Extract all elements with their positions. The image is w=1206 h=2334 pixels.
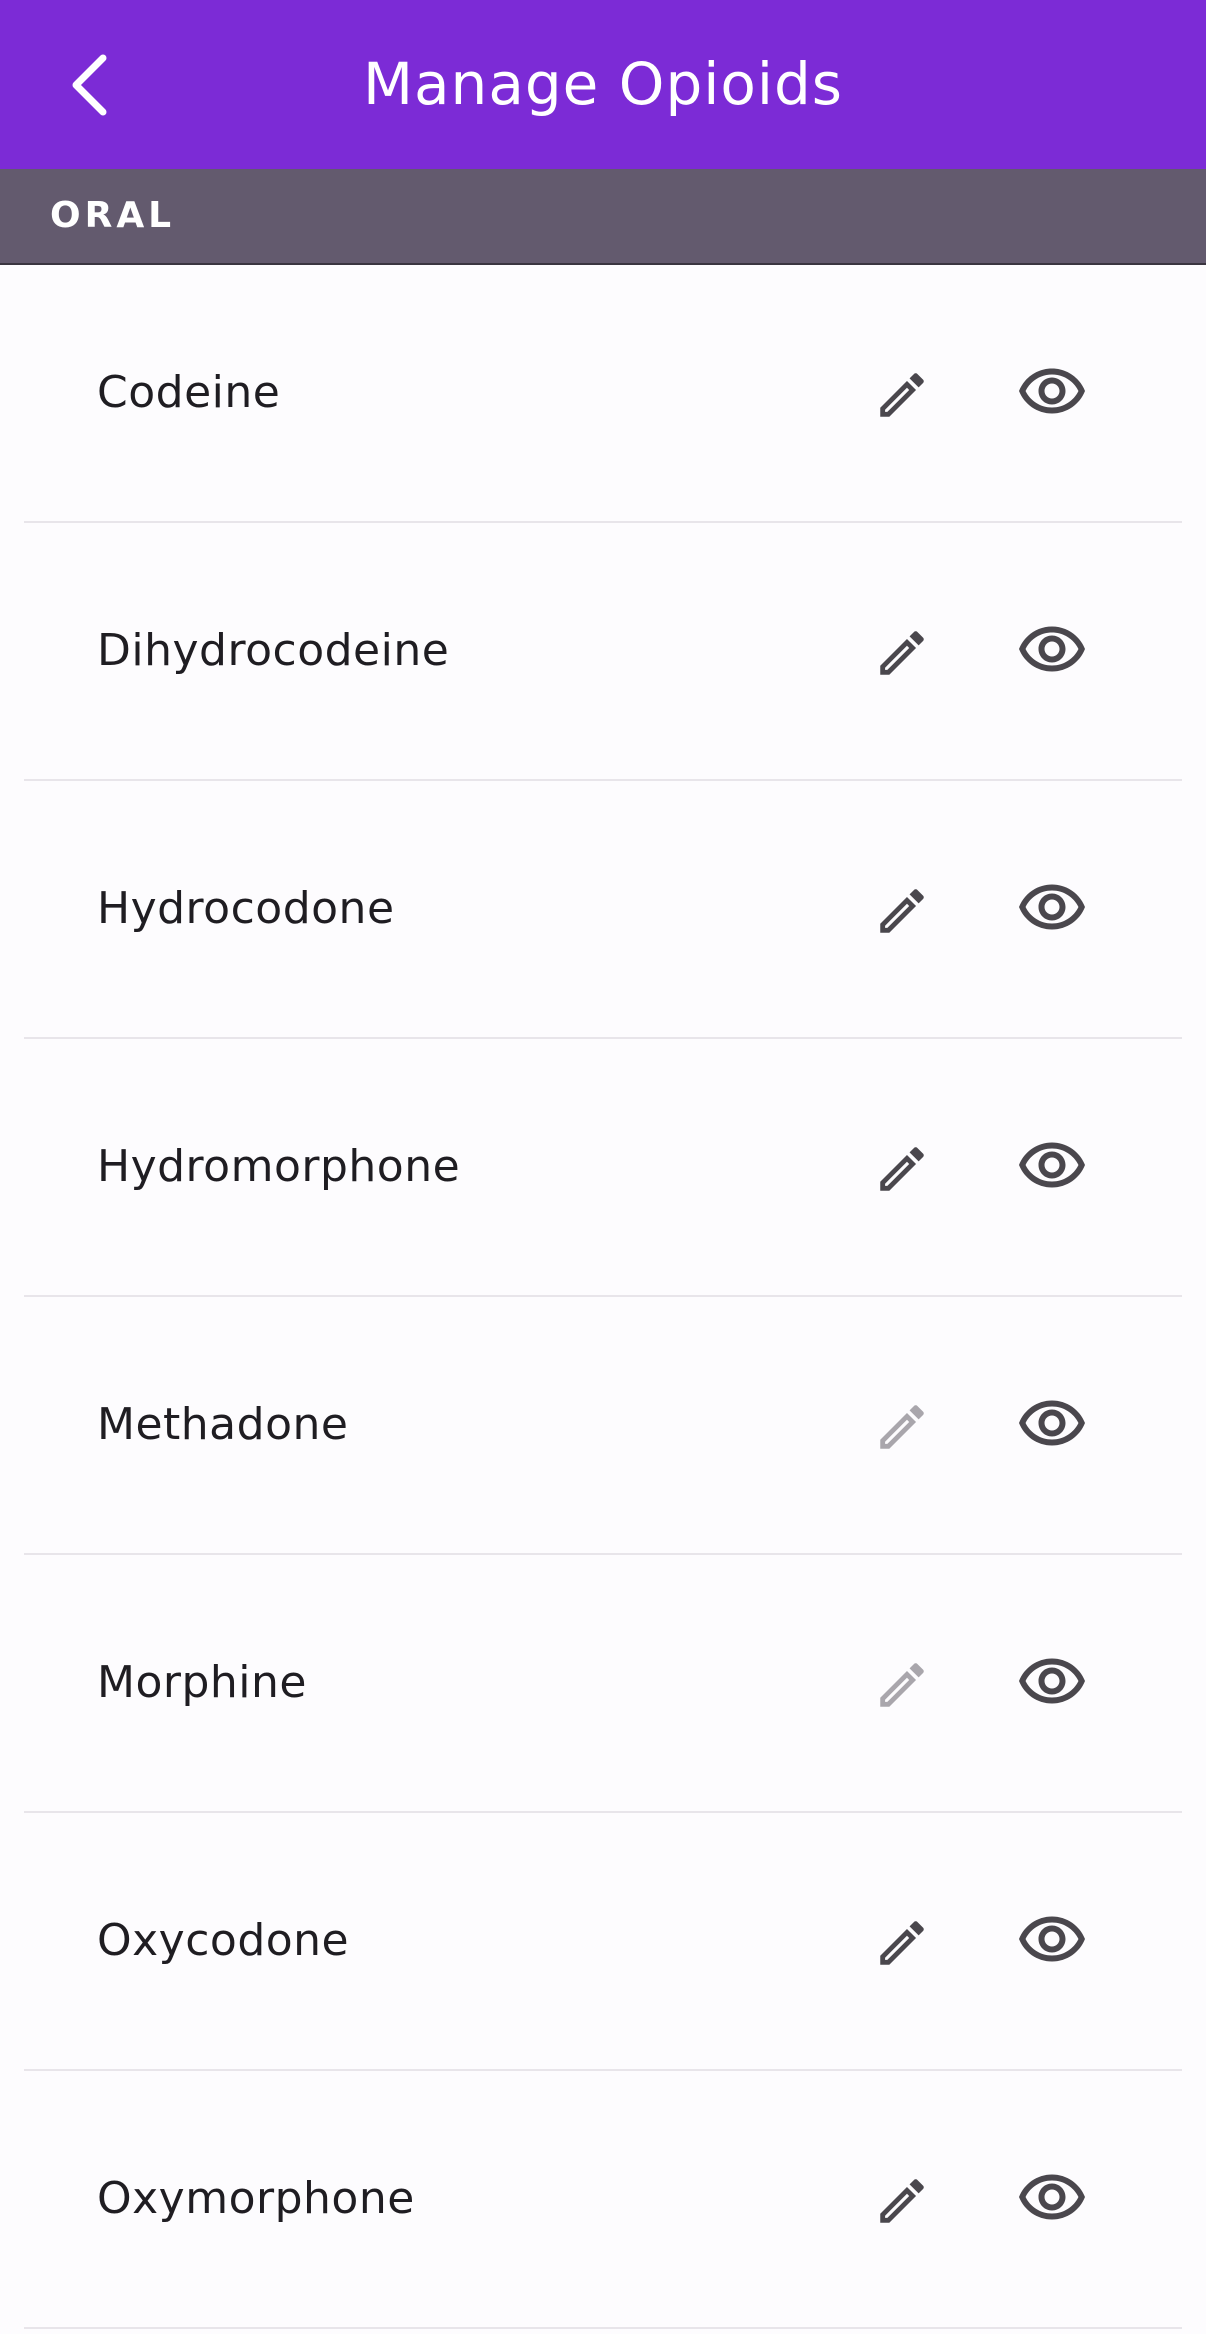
pencil-icon: [873, 2172, 931, 2230]
list-item-hydromorphone[interactable]: Hydromorphone: [24, 1039, 1182, 1297]
eye-icon: [1016, 2161, 1088, 2233]
opioid-name: Dihydrocodeine: [97, 625, 450, 676]
pencil-icon: [873, 366, 931, 424]
view-button[interactable]: [1002, 1381, 1102, 1465]
opioid-name: Hydromorphone: [97, 1141, 461, 1192]
edit-button[interactable]: [860, 869, 944, 953]
pencil-icon: [873, 1140, 931, 1198]
list-item-oxymorphone[interactable]: Oxymorphone: [24, 2071, 1182, 2329]
view-button[interactable]: [1002, 349, 1102, 433]
opioid-name: Codeine: [97, 367, 281, 418]
opioid-name: Methadone: [97, 1399, 349, 1450]
opioid-name: Oxycodone: [97, 1915, 350, 1966]
section-header-oral: ORAL: [0, 169, 1206, 265]
eye-icon: [1016, 1903, 1088, 1975]
eye-icon: [1016, 871, 1088, 943]
opioid-name: Morphine: [97, 1657, 307, 1708]
view-button[interactable]: [1002, 1897, 1102, 1981]
pencil-icon: [873, 1914, 931, 1972]
edit-button[interactable]: [860, 611, 944, 695]
list-item-dihydrocodeine[interactable]: Dihydrocodeine: [24, 523, 1182, 781]
opioid-name: Oxymorphone: [97, 2173, 415, 2224]
opioid-name: Hydrocodone: [97, 883, 395, 934]
view-button[interactable]: [1002, 607, 1102, 691]
list-item-hydrocodone[interactable]: Hydrocodone: [24, 781, 1182, 1039]
edit-button: [860, 1643, 944, 1727]
edit-button[interactable]: [860, 2159, 944, 2243]
list-item-morphine[interactable]: Morphine: [24, 1555, 1182, 1813]
view-button[interactable]: [1002, 1123, 1102, 1207]
pencil-icon: [873, 882, 931, 940]
eye-icon: [1016, 355, 1088, 427]
edit-button[interactable]: [860, 353, 944, 437]
page-title: Manage Opioids: [362, 50, 844, 118]
section-label: ORAL: [50, 195, 176, 236]
eye-icon: [1016, 1645, 1088, 1717]
edit-button: [860, 1385, 944, 1469]
eye-icon: [1016, 613, 1088, 685]
eye-icon: [1016, 1129, 1088, 1201]
view-button[interactable]: [1002, 2155, 1102, 2239]
eye-icon: [1016, 1387, 1088, 1459]
app-bar: Manage Opioids: [0, 0, 1206, 169]
pencil-icon: [873, 1656, 931, 1714]
pencil-icon: [873, 1398, 931, 1456]
list-item-methadone[interactable]: Methadone: [24, 1297, 1182, 1555]
list-item-codeine[interactable]: Codeine: [24, 265, 1182, 523]
list-item-oxycodone[interactable]: Oxycodone: [24, 1813, 1182, 2071]
view-button[interactable]: [1002, 865, 1102, 949]
pencil-icon: [873, 624, 931, 682]
opioid-list: Codeine Dihydrocodeine Hydrocodone Hydro…: [0, 265, 1206, 2329]
edit-button[interactable]: [860, 1901, 944, 1985]
view-button[interactable]: [1002, 1639, 1102, 1723]
edit-button[interactable]: [860, 1127, 944, 1211]
